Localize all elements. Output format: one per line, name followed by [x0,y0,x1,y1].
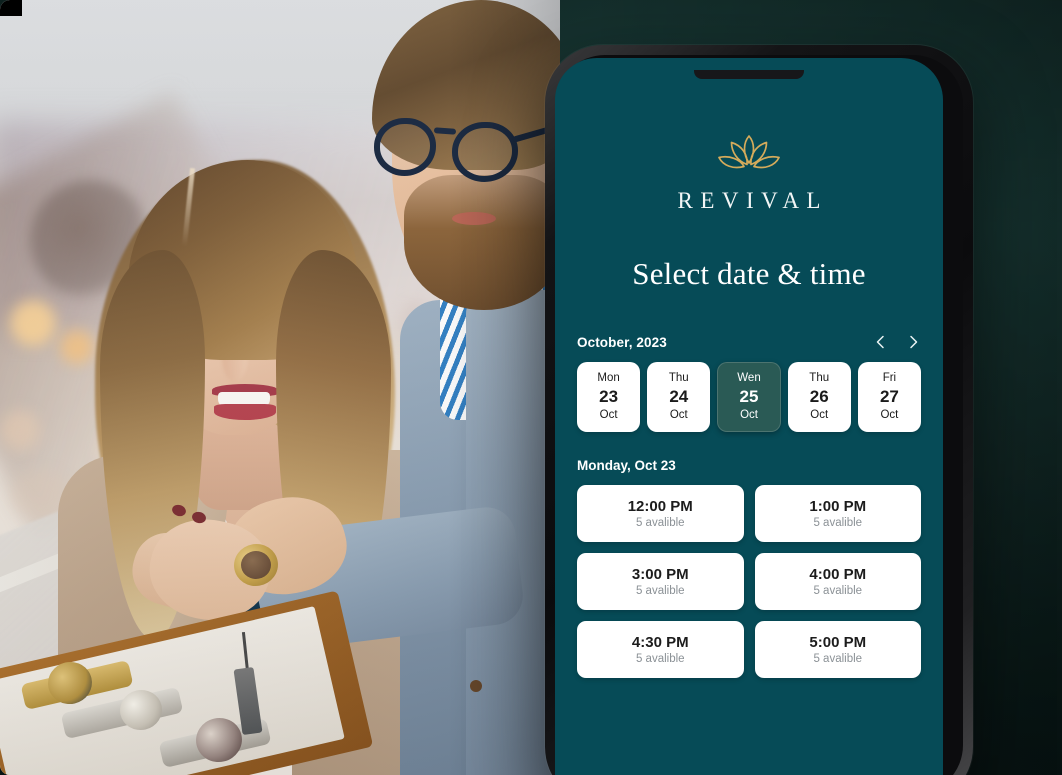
page-title: Select date & time [632,256,866,291]
calendar-header: October, 2023 [577,334,921,350]
time-slot-time: 4:30 PM [631,634,689,651]
photo-bokeh [0,410,40,450]
date-card-day: 26 [809,387,829,407]
date-card-month: Oct [880,408,899,421]
calendar-month-label: October, 2023 [577,334,667,350]
time-slot-grid: 12:00 PM 5 avalible 1:00 PM 5 avalible 3… [577,485,921,678]
calendar-nav [873,334,921,350]
app-screen-select-date-time: REVIVAL Select date & time October, 2023 [555,58,943,775]
phone-notch-icon [694,70,804,79]
scene-root: REVIVAL Select date & time October, 2023 [0,0,1062,775]
date-card-day: 25 [739,387,759,407]
date-card-month: Oct [740,408,758,421]
time-slot-availability: 5 avalible [813,585,863,597]
date-card[interactable]: Thu 26 Oct [787,362,851,432]
time-slot[interactable]: 1:00 PM 5 avalible [754,485,921,542]
date-card-month: Oct [669,408,688,421]
date-card-day: 27 [879,387,899,407]
time-slot[interactable]: 3:00 PM 5 avalible [577,553,744,610]
brand-name: REVIVAL [677,188,828,213]
photo-woman-lip-lower [214,404,276,420]
time-slot[interactable]: 4:30 PM 5 avalible [577,621,744,678]
photo-man-jacket-button [470,680,482,692]
date-card-selected[interactable]: Wen 25 Oct [717,362,781,432]
date-card-month: Oct [810,408,829,421]
date-card-dow: Fri [882,371,897,384]
photo-man-beard [404,175,560,310]
time-slot[interactable]: 4:00 PM 5 avalible [754,553,921,610]
phone-screen: REVIVAL Select date & time October, 2023 [555,58,943,775]
brand-header: REVIVAL [577,132,921,214]
date-card-dow: Wen [737,371,761,384]
date-card[interactable]: Mon 23 Oct [577,362,641,432]
selected-day-label: Monday, Oct 23 [577,458,676,473]
date-card-day: 24 [669,387,689,407]
date-card-dow: Thu [809,371,830,384]
date-strip: Mon 23 Oct Thu 24 Oct Wen 25 Oct Thu 26 … [577,362,922,432]
photo-man-glasses-left [374,118,436,176]
time-slot-time: 5:00 PM [809,634,867,651]
time-slot-time: 4:00 PM [809,566,867,583]
time-slot-time: 3:00 PM [631,566,689,583]
time-slot-availability: 5 avalible [635,517,685,529]
phone-frame: REVIVAL Select date & time October, 2023 [545,45,973,775]
photo-man-lip [452,212,496,225]
lotus-icon [718,135,780,169]
time-slot-time: 12:00 PM [627,498,693,515]
time-slot[interactable]: 12:00 PM 5 avalible [577,485,744,542]
time-slot-time: 1:00 PM [809,498,867,515]
date-card[interactable]: Thu 24 Oct [647,362,711,432]
time-slot-availability: 5 avalible [813,653,863,665]
date-card-day: 23 [599,387,619,407]
photo-bokeh [60,330,94,364]
date-card-month: Oct [599,408,618,421]
hero-photo [0,0,560,775]
time-slot-availability: 5 avalible [635,585,685,597]
date-card-dow: Thu [668,371,689,384]
time-slot-availability: 5 avalible [635,653,685,665]
time-slot[interactable]: 5:00 PM 5 avalible [754,621,921,678]
photo-corner-mask [0,0,22,16]
time-slot-availability: 5 avalible [813,517,863,529]
date-card-dow: Mon [597,371,620,384]
chevron-left-icon[interactable] [873,334,889,350]
photo-bokeh [10,300,56,346]
chevron-right-icon[interactable] [905,334,921,350]
photo-man-glasses-right [452,122,518,182]
photo-watch-dial [241,551,271,579]
date-card[interactable]: Fri 27 Oct [857,362,922,432]
